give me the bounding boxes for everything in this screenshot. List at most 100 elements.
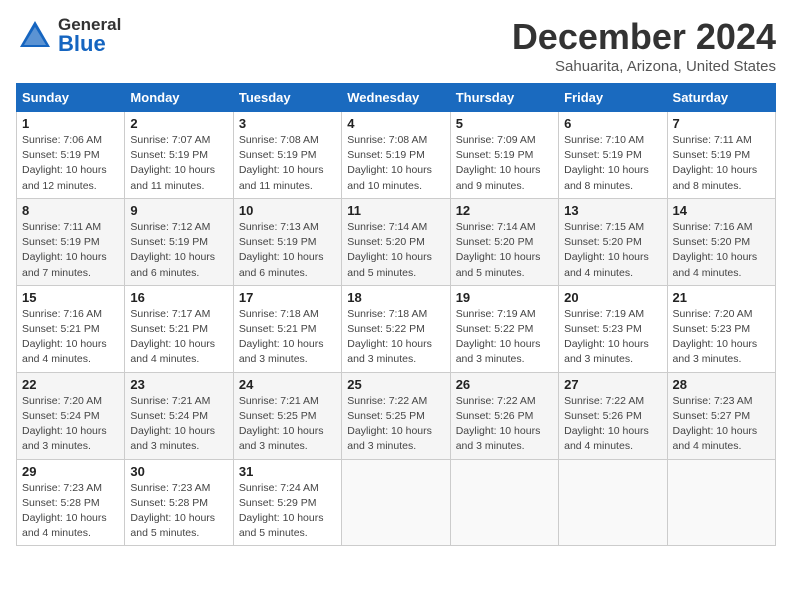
sunset-text: Sunset: 5:27 PM xyxy=(673,409,770,424)
sunset-text: Sunset: 5:22 PM xyxy=(456,322,553,337)
day-info: Sunrise: 7:22 AMSunset: 5:25 PMDaylight:… xyxy=(347,394,444,455)
sunrise-text: Sunrise: 7:08 AM xyxy=(239,133,336,148)
day-number: 11 xyxy=(347,203,444,218)
sunrise-text: Sunrise: 7:18 AM xyxy=(347,307,444,322)
sunrise-text: Sunrise: 7:14 AM xyxy=(456,220,553,235)
day-number: 1 xyxy=(22,116,119,131)
sunrise-text: Sunrise: 7:10 AM xyxy=(564,133,661,148)
day-number: 26 xyxy=(456,377,553,392)
sunrise-text: Sunrise: 7:23 AM xyxy=(130,481,227,496)
daylight-text: Daylight: 10 hours and 4 minutes. xyxy=(22,511,119,541)
daylight-text: Daylight: 10 hours and 3 minutes. xyxy=(673,337,770,367)
day-number: 27 xyxy=(564,377,661,392)
calendar-cell: 5Sunrise: 7:09 AMSunset: 5:19 PMDaylight… xyxy=(450,112,558,199)
day-info: Sunrise: 7:17 AMSunset: 5:21 PMDaylight:… xyxy=(130,307,227,368)
sunset-text: Sunset: 5:29 PM xyxy=(239,496,336,511)
day-info: Sunrise: 7:19 AMSunset: 5:23 PMDaylight:… xyxy=(564,307,661,368)
sunset-text: Sunset: 5:23 PM xyxy=(564,322,661,337)
day-info: Sunrise: 7:16 AMSunset: 5:20 PMDaylight:… xyxy=(673,220,770,281)
calendar-cell: 6Sunrise: 7:10 AMSunset: 5:19 PMDaylight… xyxy=(559,112,667,199)
sunrise-text: Sunrise: 7:18 AM xyxy=(239,307,336,322)
calendar-cell: 23Sunrise: 7:21 AMSunset: 5:24 PMDayligh… xyxy=(125,372,233,459)
calendar-cell: 1Sunrise: 7:06 AMSunset: 5:19 PMDaylight… xyxy=(17,112,125,199)
sunrise-text: Sunrise: 7:21 AM xyxy=(130,394,227,409)
day-number: 16 xyxy=(130,290,227,305)
sunset-text: Sunset: 5:19 PM xyxy=(347,148,444,163)
daylight-text: Daylight: 10 hours and 7 minutes. xyxy=(22,250,119,280)
sunrise-text: Sunrise: 7:06 AM xyxy=(22,133,119,148)
day-number: 25 xyxy=(347,377,444,392)
day-number: 3 xyxy=(239,116,336,131)
day-number: 22 xyxy=(22,377,119,392)
calendar-cell: 25 Sunrise: 7:22 AMSunset: 5:25 PMDayligh… xyxy=(342,372,450,459)
sunset-text: Sunset: 5:20 PM xyxy=(673,235,770,250)
day-info: Sunrise: 7:08 AMSunset: 5:19 PMDaylight:… xyxy=(239,133,336,194)
day-number: 20 xyxy=(564,290,661,305)
calendar-cell: 3 Sunrise: 7:08 AMSunset: 5:19 PMDaylight… xyxy=(233,112,341,199)
sunset-text: Sunset: 5:19 PM xyxy=(22,235,119,250)
daylight-text: Daylight: 10 hours and 11 minutes. xyxy=(130,163,227,193)
sunrise-text: Sunrise: 7:11 AM xyxy=(22,220,119,235)
daylight-text: Daylight: 10 hours and 3 minutes. xyxy=(456,424,553,454)
sunset-text: Sunset: 5:19 PM xyxy=(239,235,336,250)
calendar-cell: 30Sunrise: 7:23 AMSunset: 5:28 PMDayligh… xyxy=(125,459,233,546)
day-info: Sunrise: 7:10 AMSunset: 5:19 PMDaylight:… xyxy=(564,133,661,194)
day-number: 17 xyxy=(239,290,336,305)
day-info: Sunrise: 7:18 AMSunset: 5:22 PMDaylight:… xyxy=(347,307,444,368)
daylight-text: Daylight: 10 hours and 3 minutes. xyxy=(564,337,661,367)
daylight-text: Daylight: 10 hours and 3 minutes. xyxy=(22,424,119,454)
daylight-text: Daylight: 10 hours and 8 minutes. xyxy=(564,163,661,193)
day-info: Sunrise: 7:23 AMSunset: 5:27 PMDaylight:… xyxy=(673,394,770,455)
calendar-week-row: 29Sunrise: 7:23 AMSunset: 5:28 PMDayligh… xyxy=(17,459,776,546)
calendar-cell: 10Sunrise: 7:13 AMSunset: 5:19 PMDayligh… xyxy=(233,198,341,285)
day-info: Sunrise: 7:19 AMSunset: 5:22 PMDaylight:… xyxy=(456,307,553,368)
sunrise-text: Sunrise: 7:22 AM xyxy=(347,394,444,409)
column-header-monday: Monday xyxy=(125,84,233,112)
day-info: Sunrise: 7:15 AMSunset: 5:20 PMDaylight:… xyxy=(564,220,661,281)
day-number: 21 xyxy=(673,290,770,305)
calendar-cell: 28Sunrise: 7:23 AMSunset: 5:27 PMDayligh… xyxy=(667,372,775,459)
daylight-text: Daylight: 10 hours and 12 minutes. xyxy=(22,163,119,193)
sunset-text: Sunset: 5:19 PM xyxy=(130,148,227,163)
day-number: 30 xyxy=(130,464,227,479)
logo-name: General Blue xyxy=(58,16,121,55)
calendar-week-row: 22Sunrise: 7:20 AMSunset: 5:24 PMDayligh… xyxy=(17,372,776,459)
day-number: 10 xyxy=(239,203,336,218)
calendar-cell: 17Sunrise: 7:18 AMSunset: 5:21 PMDayligh… xyxy=(233,285,341,372)
day-number: 24 xyxy=(239,377,336,392)
daylight-text: Daylight: 10 hours and 5 minutes. xyxy=(456,250,553,280)
daylight-text: Daylight: 10 hours and 4 minutes. xyxy=(564,250,661,280)
sunset-text: Sunset: 5:28 PM xyxy=(130,496,227,511)
day-number: 9 xyxy=(130,203,227,218)
day-number: 4 xyxy=(347,116,444,131)
sunrise-text: Sunrise: 7:08 AM xyxy=(347,133,444,148)
sunset-text: Sunset: 5:26 PM xyxy=(564,409,661,424)
sunset-text: Sunset: 5:20 PM xyxy=(347,235,444,250)
day-info: Sunrise: 7:22 AMSunset: 5:26 PMDaylight:… xyxy=(564,394,661,455)
calendar-cell: 7Sunrise: 7:11 AMSunset: 5:19 PMDaylight… xyxy=(667,112,775,199)
calendar-cell: 20 Sunrise: 7:19 AMSunset: 5:23 PMDayligh… xyxy=(559,285,667,372)
calendar-cell xyxy=(342,459,450,546)
sunset-text: Sunset: 5:25 PM xyxy=(347,409,444,424)
day-number: 7 xyxy=(673,116,770,131)
day-number: 19 xyxy=(456,290,553,305)
sunset-text: Sunset: 5:26 PM xyxy=(456,409,553,424)
daylight-text: Daylight: 10 hours and 6 minutes. xyxy=(130,250,227,280)
column-header-tuesday: Tuesday xyxy=(233,84,341,112)
calendar-cell: 13Sunrise: 7:15 AMSunset: 5:20 PMDayligh… xyxy=(559,198,667,285)
sunset-text: Sunset: 5:21 PM xyxy=(22,322,119,337)
title-area: December 2024 Sahuarita, Arizona, United… xyxy=(512,16,776,75)
day-info: Sunrise: 7:21 AMSunset: 5:25 PMDaylight:… xyxy=(239,394,336,455)
calendar-cell xyxy=(559,459,667,546)
day-info: Sunrise: 7:14 AMSunset: 5:20 PMDaylight:… xyxy=(456,220,553,281)
sunrise-text: Sunrise: 7:20 AM xyxy=(673,307,770,322)
sunset-text: Sunset: 5:25 PM xyxy=(239,409,336,424)
day-number: 18 xyxy=(347,290,444,305)
column-header-friday: Friday xyxy=(559,84,667,112)
daylight-text: Daylight: 10 hours and 4 minutes. xyxy=(673,250,770,280)
calendar-table: SundayMondayTuesdayWednesdayThursdayFrid… xyxy=(16,83,776,546)
sunrise-text: Sunrise: 7:23 AM xyxy=(22,481,119,496)
column-header-saturday: Saturday xyxy=(667,84,775,112)
daylight-text: Daylight: 10 hours and 9 minutes. xyxy=(456,163,553,193)
sunrise-text: Sunrise: 7:12 AM xyxy=(130,220,227,235)
